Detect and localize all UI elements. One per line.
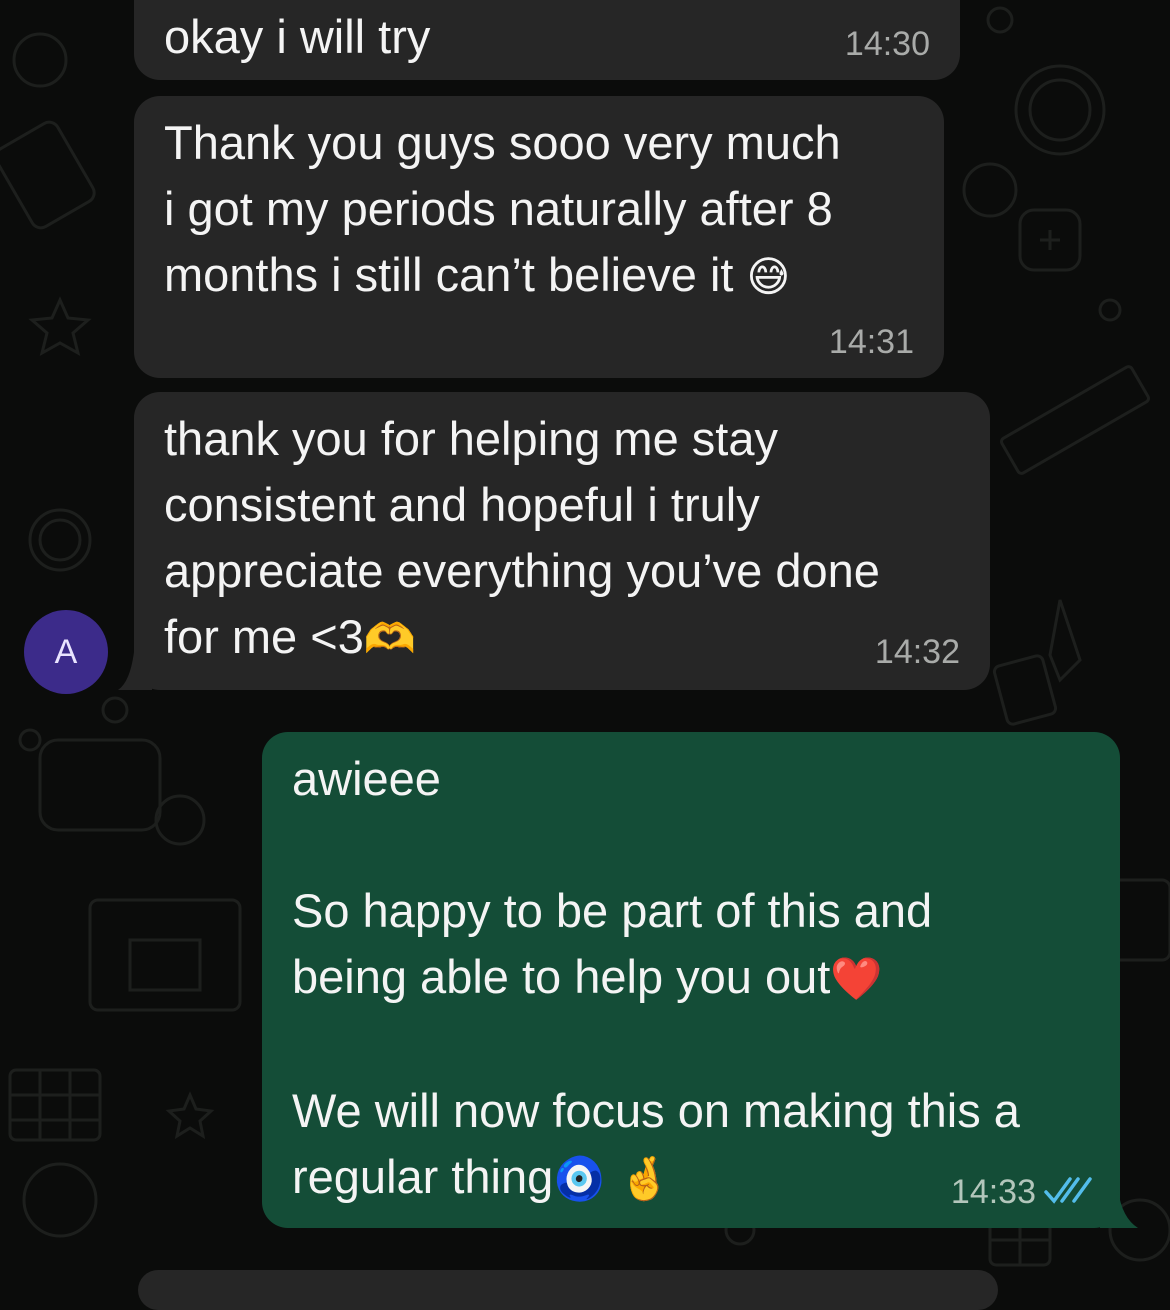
message-bubble-incoming[interactable]: thank you for helping me stay consistent… <box>134 392 990 690</box>
message-timestamp: 14:30 <box>844 25 930 63</box>
incoming-bubble-tail <box>118 652 152 690</box>
nazar-and-crossed-fingers-emoji: 🧿 🤞 <box>553 1154 672 1203</box>
read-double-check-icon <box>1044 1177 1092 1204</box>
message-timestamp: 14:32 <box>874 633 960 671</box>
sweat-smile-emoji: 😅 <box>746 252 791 301</box>
message-timestamp: 14:31 <box>828 323 914 361</box>
message-bubble-outgoing[interactable]: awieee So happy to be part of this and b… <box>262 732 1120 1228</box>
message-text: Thank you guys sooo very much i got my p… <box>164 116 841 301</box>
message-text: thank you for helping me stay consistent… <box>164 412 880 663</box>
heart-hands-emoji: 🫶 <box>363 614 417 663</box>
next-message-bubble-partial <box>138 1270 998 1310</box>
message-bubble-incoming[interactable]: Thank you guys sooo very much i got my p… <box>134 96 944 378</box>
red-heart-emoji: ❤️ <box>830 954 883 1003</box>
message-timestamp: 14:33 <box>950 1173 1036 1211</box>
message-bubble-incoming[interactable]: okay i will try 14:30 <box>134 0 960 80</box>
outgoing-bubble-tail <box>1100 1190 1138 1228</box>
contact-avatar[interactable]: A <box>24 610 108 694</box>
message-text: okay i will try <box>164 10 431 63</box>
